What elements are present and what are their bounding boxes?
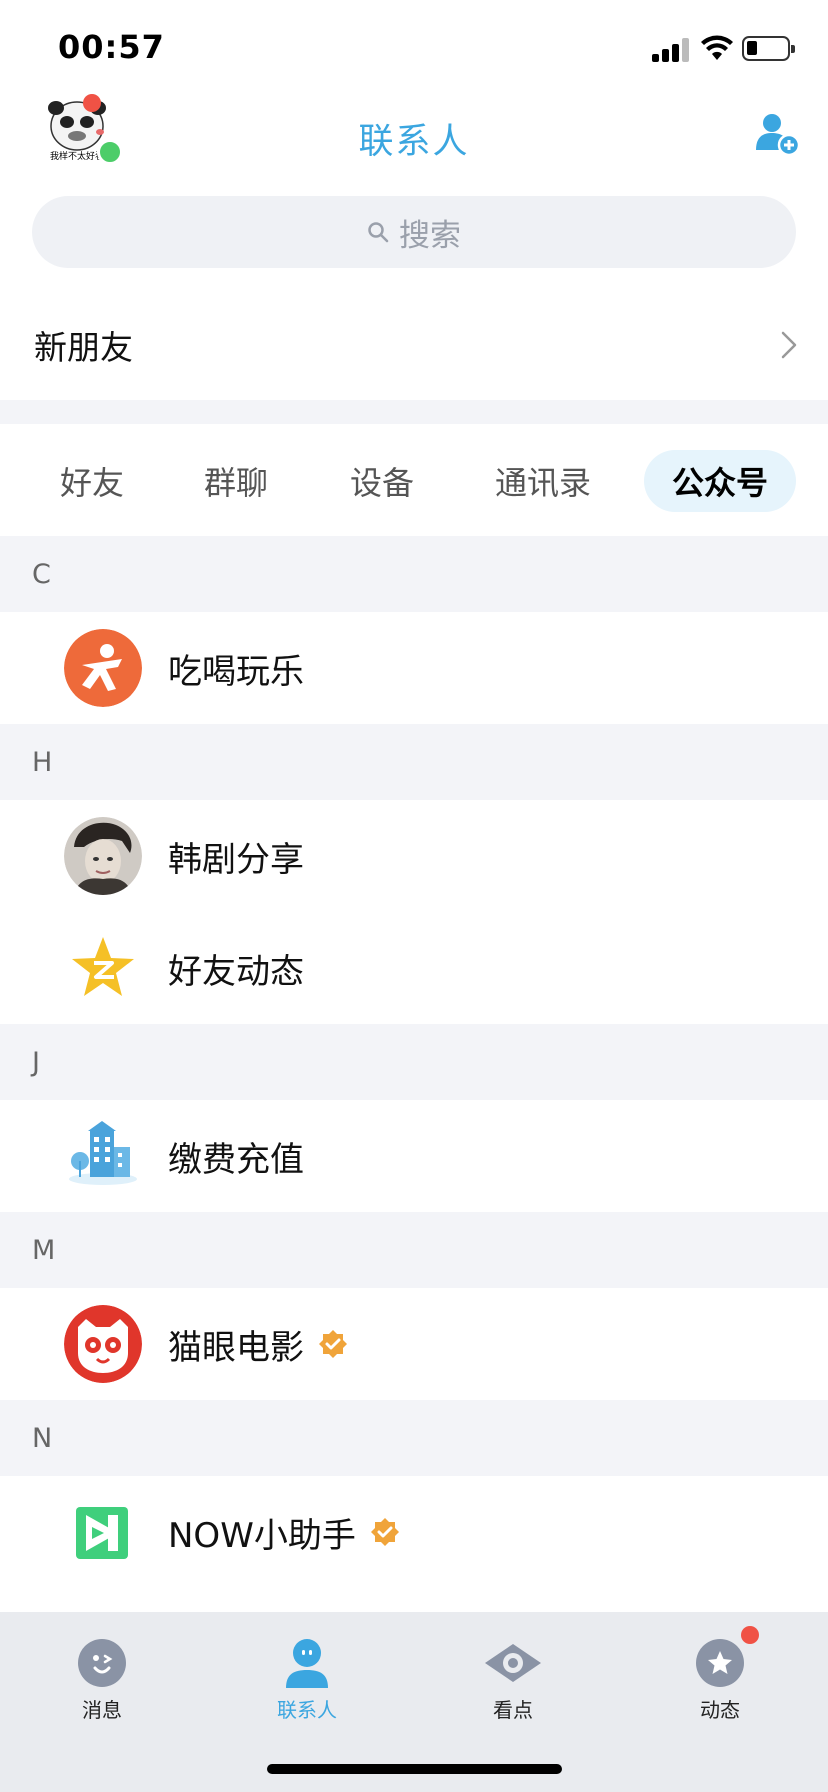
list-item-name: 猫眼电影 — [168, 1327, 304, 1368]
chevron-right-icon — [781, 331, 797, 359]
eye-icon — [485, 1644, 541, 1682]
list-item-label: NOW小助手 — [168, 1476, 400, 1588]
section-header-j: J — [0, 1024, 828, 1100]
battery-icon — [742, 36, 795, 61]
add-contact-icon[interactable] — [756, 112, 800, 156]
tabbar-label: 消息 — [82, 1698, 122, 1722]
tabbar-discover[interactable]: 看点 — [453, 1626, 573, 1726]
contacts-icon — [286, 1639, 328, 1688]
home-indicator — [267, 1764, 562, 1774]
tab-groups[interactable]: 群聊 — [184, 450, 288, 512]
portrait-avatar — [64, 817, 142, 895]
section-header-c: C — [0, 536, 828, 612]
now-logo-icon — [64, 1493, 142, 1571]
tab-friends[interactable]: 好友 — [40, 450, 144, 512]
search-placeholder: 搜索 — [399, 217, 461, 254]
list-item[interactable]: 猫眼电影 — [0, 1288, 828, 1400]
tabbar-messages[interactable]: 消息 — [42, 1626, 162, 1726]
tabbar-feed[interactable]: 动态 — [660, 1626, 780, 1726]
list-item-label: 好友动态 — [168, 951, 304, 992]
list-item[interactable]: 缴费充值 — [0, 1100, 828, 1212]
dianping-icon — [64, 629, 142, 707]
list-item-label: 吃喝玩乐 — [168, 651, 304, 692]
avatar-notification-dot — [83, 94, 101, 112]
tab-devices[interactable]: 设备 — [330, 450, 434, 512]
section-header-m: M — [0, 1212, 828, 1288]
online-status-dot — [97, 139, 123, 165]
building-icon — [64, 1117, 142, 1195]
status-time: 00:57 — [58, 28, 165, 66]
verified-badge-icon — [319, 1330, 347, 1358]
tabbar-label: 联系人 — [277, 1698, 337, 1722]
notification-badge — [741, 1626, 759, 1644]
maoyan-cat-icon — [64, 1305, 142, 1383]
list-item[interactable]: 吃喝玩乐 — [0, 612, 828, 724]
list-item[interactable]: 好友动态 — [0, 912, 828, 1024]
message-icon — [78, 1639, 126, 1687]
list-item-label: 缴费充值 — [168, 1139, 304, 1180]
tabbar-contacts[interactable]: 联系人 — [247, 1626, 367, 1726]
section-divider — [0, 400, 828, 424]
contact-tabs: 好友 群聊 设备 通讯录 公众号 — [0, 424, 828, 536]
section-header-h: H — [0, 724, 828, 800]
verified-badge-icon — [370, 1518, 399, 1546]
cellular-signal-icon — [652, 38, 690, 62]
list-item-label: 韩剧分享 — [168, 839, 304, 880]
tab-official-accounts[interactable]: 公众号 — [644, 450, 796, 512]
search-icon — [368, 222, 389, 243]
list-item-label: 猫眼电影 — [168, 1288, 348, 1400]
list-item[interactable]: 韩剧分享 — [0, 800, 828, 912]
section-header-n: N — [0, 1400, 828, 1476]
star-feed-icon — [696, 1639, 744, 1687]
tabbar-label: 动态 — [700, 1698, 740, 1722]
search-input[interactable]: 搜索 — [32, 196, 796, 268]
wifi-icon — [701, 35, 733, 60]
new-friends-label: 新朋友 — [34, 328, 133, 367]
official-account-list: C 吃喝玩乐 H 韩剧分享 好友动态 J 缴费充值 M 猫眼电影 N NOW小助… — [0, 536, 828, 1588]
tabbar-label: 看点 — [493, 1698, 533, 1722]
list-item-name: NOW小助手 — [168, 1515, 356, 1556]
new-friends-row[interactable]: 新朋友 — [0, 292, 828, 398]
status-bar: 00:57 — [0, 0, 828, 96]
tab-address-book[interactable]: 通讯录 — [478, 450, 608, 512]
qzone-star-icon — [64, 929, 142, 1007]
page-title: 联系人 — [358, 122, 470, 162]
list-item[interactable]: NOW小助手 — [0, 1476, 828, 1588]
header: 我样不太好看 联系人 — [0, 96, 828, 192]
